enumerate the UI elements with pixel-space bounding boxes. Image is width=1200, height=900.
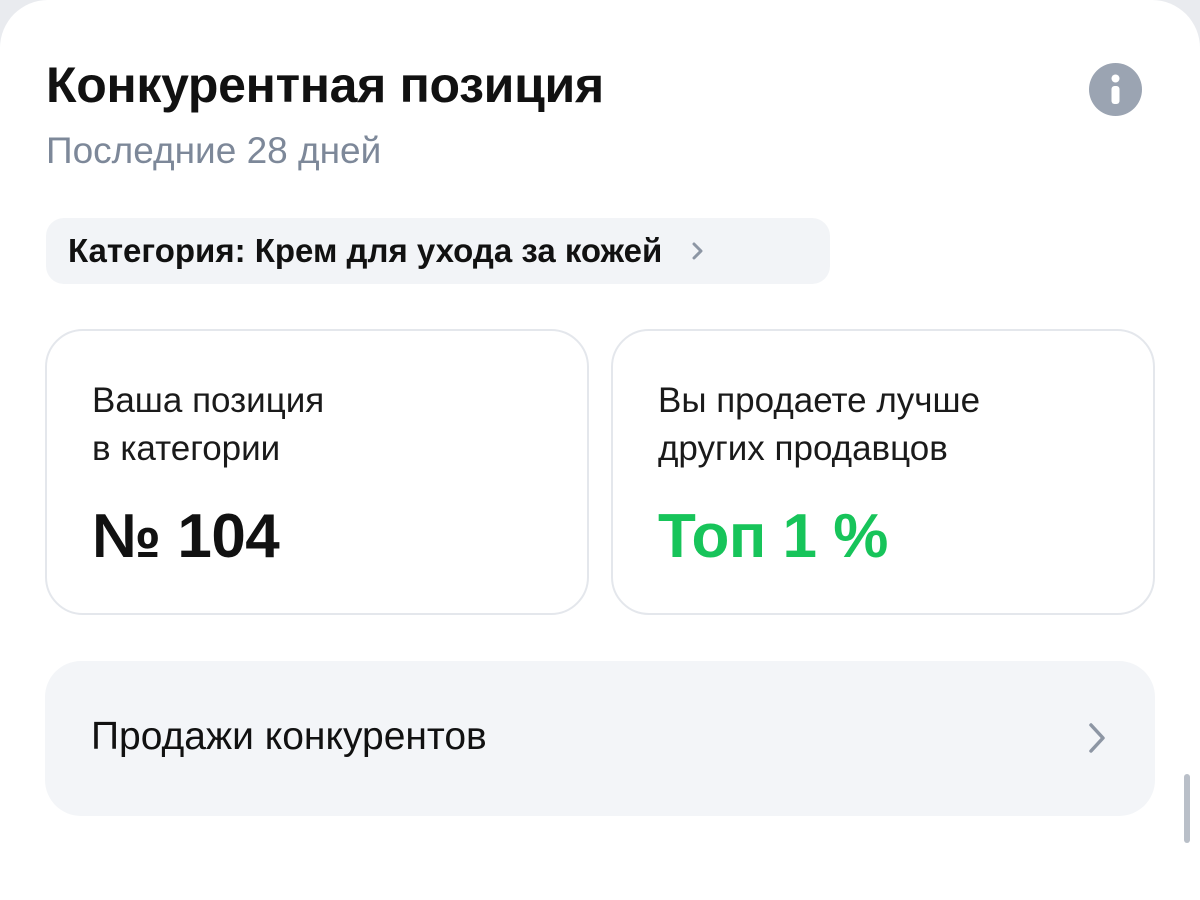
competitive-position-card: Конкурентная позиция Последние 28 дней К… bbox=[0, 0, 1200, 900]
seller-rank-label-line2: других продавцов bbox=[658, 429, 948, 468]
category-position-label-line1: Ваша позиция bbox=[92, 381, 325, 420]
competitor-sales-link[interactable]: Продажи конкурентов bbox=[45, 661, 1155, 816]
category-position-label-line2: в категории bbox=[92, 429, 281, 468]
seller-rank-label-line1: Вы продаете лучше bbox=[658, 381, 981, 420]
category-position-value: № 104 bbox=[92, 502, 280, 571]
category-position-label: Ваша позиция в категории bbox=[92, 377, 324, 473]
chevron-right-icon bbox=[692, 241, 704, 261]
category-position-card: Ваша позиция в категории № 104 bbox=[45, 329, 589, 615]
period-subtitle: Последние 28 дней bbox=[46, 130, 382, 171]
category-filter-chip[interactable]: Категория: Крем для ухода за кожей bbox=[46, 218, 830, 284]
seller-rank-card: Вы продаете лучше других продавцов Топ 1… bbox=[611, 329, 1155, 615]
chevron-right-icon bbox=[1087, 721, 1107, 760]
page-title: Конкурентная позиция bbox=[46, 57, 604, 113]
info-icon[interactable] bbox=[1089, 63, 1142, 116]
category-chip-label: Категория: Крем для ухода за кожей bbox=[68, 232, 663, 269]
scrollbar-thumb[interactable] bbox=[1184, 774, 1190, 843]
info-glyph bbox=[1111, 74, 1120, 104]
seller-rank-value: Топ 1 % bbox=[658, 502, 888, 571]
competitor-sales-label: Продажи конкурентов bbox=[91, 715, 487, 758]
seller-rank-label: Вы продаете лучше других продавцов bbox=[658, 377, 980, 473]
